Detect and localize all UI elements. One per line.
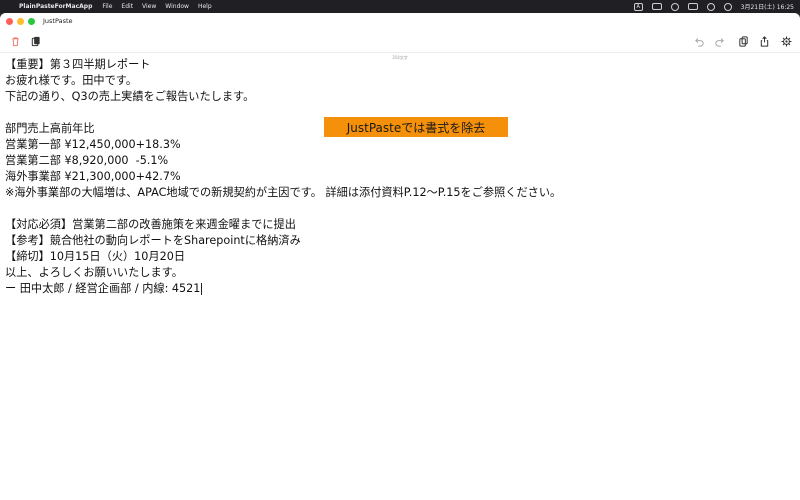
copy-icon [738, 35, 748, 47]
share-icon [760, 35, 768, 47]
undo-button[interactable] [692, 34, 706, 48]
settings-button[interactable] [779, 34, 793, 48]
menubar-clock[interactable]: 3月21日(土) 16:25 [741, 2, 794, 11]
menu-window[interactable]: Window [165, 3, 189, 10]
input-source-icon[interactable]: A [633, 2, 643, 11]
editor-line: ※海外事業部の大幅増は、APAC地域での新規契約が主因です。 詳細は添付資料P.… [5, 186, 562, 199]
window-controls [6, 17, 35, 25]
display-icon[interactable] [651, 3, 662, 10]
text-caret [201, 283, 203, 295]
close-window-button[interactable] [6, 17, 13, 25]
editor-line: 営業第一部 ¥12,450,000+18.3% [5, 138, 181, 151]
editor-line: 海外事業部 ¥21,300,000+42.7% [5, 170, 181, 183]
control-center-icon[interactable] [670, 2, 679, 11]
window-title: JustPaste [43, 17, 73, 25]
menu-bar: PlainPasteForMacApp File Edit View Windo… [0, 0, 800, 13]
redo-icon [714, 37, 724, 47]
format-removal-banner: JustPasteでは書式を除去 [324, 117, 508, 137]
toolbar [0, 29, 800, 53]
paste-icon [31, 36, 40, 46]
copy-button[interactable] [736, 34, 750, 48]
battery-icon[interactable] [687, 3, 698, 10]
paste-button[interactable] [28, 34, 42, 48]
clear-button[interactable] [8, 34, 22, 48]
wifi-icon[interactable] [706, 2, 715, 11]
menu-view[interactable]: View [142, 3, 156, 10]
editor-line: 【締切】10月15日（火）10月20日 [5, 250, 186, 263]
editor-line: 下記の通り、Q3の売上実績をご報告いたします。 [5, 90, 255, 103]
menu-file[interactable]: File [102, 3, 112, 10]
menu-app-name[interactable]: PlainPasteForMacApp [19, 3, 92, 10]
menu-edit[interactable]: Edit [121, 3, 133, 10]
editor-line: ー 田中太郎 / 経営企画部 / 内線: 4521 [5, 282, 201, 295]
spotlight-icon[interactable] [723, 2, 732, 11]
editor-last-line: ー 田中太郎 / 経営企画部 / 内線: 4521 [5, 281, 795, 297]
undo-icon [694, 37, 704, 47]
editor-line: 【参考】競合他社の動向レポートをSharepointに格納済み [5, 234, 301, 247]
share-button[interactable] [757, 34, 771, 48]
zoom-window-button[interactable] [28, 17, 35, 25]
minimize-window-button[interactable] [17, 17, 24, 25]
editor-line: 【対応必須】営業第二部の改善施策を来週金曜までに提出 [5, 218, 296, 231]
menu-help[interactable]: Help [198, 3, 212, 10]
redo-button[interactable] [712, 34, 726, 48]
editor-line: 【重要】第３四半期レポート [5, 58, 151, 71]
title-bar: JustPaste [0, 13, 800, 29]
trash-icon [11, 36, 19, 46]
editor-line: 営業第二部 ¥8,920,000 -5.1% [5, 154, 169, 167]
editor-line: お疲れ様です。田中です。 [5, 74, 138, 87]
gear-icon [780, 35, 792, 47]
editor-line: 以上、よろしくお願いいたします。 [5, 266, 183, 279]
